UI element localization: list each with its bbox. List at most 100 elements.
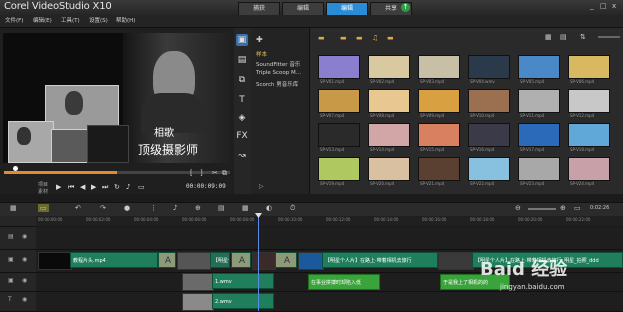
clip-thumb-2[interactable] bbox=[177, 252, 211, 270]
track-header-video[interactable] bbox=[0, 227, 36, 250]
path-icon[interactable]: ↝ bbox=[236, 150, 248, 162]
sort-icon[interactable]: ▤ bbox=[560, 33, 567, 41]
undo-icon[interactable]: ↶ bbox=[75, 204, 81, 212]
library-thumbnail[interactable] bbox=[368, 157, 410, 181]
storyboard-view-icon[interactable]: ▦ bbox=[10, 204, 17, 212]
transition-icon[interactable]: ⧉ bbox=[236, 74, 248, 86]
sort-order-icon[interactable]: ⇅ bbox=[580, 33, 586, 41]
snapshot-icon[interactable]: ⧉ bbox=[222, 169, 227, 178]
mark-out-button[interactable]: ] bbox=[200, 169, 203, 177]
library-thumbnail[interactable] bbox=[318, 89, 360, 113]
track-3-visible-icon[interactable]: ◉ bbox=[22, 296, 27, 303]
library-thumbnail[interactable] bbox=[318, 55, 360, 79]
library-thumbnail[interactable] bbox=[518, 55, 560, 79]
library-thumbnail[interactable] bbox=[568, 123, 610, 147]
overlay-thumb-1[interactable] bbox=[182, 273, 214, 291]
tab-edit[interactable]: 编辑 bbox=[282, 2, 324, 16]
track-video[interactable] bbox=[36, 227, 623, 250]
library-thumbnail[interactable] bbox=[518, 123, 560, 147]
motion-track-icon[interactable]: ⊕ bbox=[195, 204, 201, 212]
nav-item-soundfitter[interactable]: SoundFitter 音乐 bbox=[256, 60, 300, 68]
library-thumbnail[interactable] bbox=[518, 157, 560, 181]
record-icon[interactable]: ● bbox=[124, 204, 130, 212]
library-thumbnail[interactable] bbox=[568, 157, 610, 181]
clip-thumb-4[interactable] bbox=[298, 252, 324, 270]
minimize-button[interactable]: _ bbox=[590, 2, 594, 10]
title-clip-1[interactable]: 在事业拼搏时却陷入低 bbox=[308, 274, 380, 290]
next-frame-icon[interactable]: ▶ bbox=[91, 183, 96, 191]
mode-clip[interactable]: 素材 bbox=[38, 188, 48, 195]
overlay-thumb-2[interactable] bbox=[182, 293, 214, 311]
graphic-icon[interactable]: ◈ bbox=[236, 112, 248, 124]
library-thumbnail[interactable] bbox=[418, 123, 460, 147]
menu-file[interactable]: 文件(F) bbox=[5, 16, 23, 24]
tab-edit-active[interactable]: 编辑 bbox=[326, 2, 368, 16]
play-icon[interactable]: ▶ bbox=[56, 183, 61, 191]
audio-filter-icon[interactable]: ♫ bbox=[372, 34, 378, 42]
go-end-icon[interactable]: ⏭ bbox=[102, 183, 108, 192]
library-thumbnail[interactable] bbox=[418, 89, 460, 113]
track-title[interactable] bbox=[36, 292, 623, 312]
zoom-out-icon[interactable]: ⊖ bbox=[515, 204, 521, 212]
library-thumbnail[interactable] bbox=[468, 89, 510, 113]
transition-clip-3[interactable]: A bbox=[275, 252, 297, 268]
photo-filter-icon[interactable]: ▬ bbox=[387, 34, 394, 42]
browse-icon[interactable]: ▷ bbox=[259, 183, 264, 190]
time-remap-icon[interactable]: ⏱ bbox=[290, 204, 295, 213]
library-thumbnail[interactable] bbox=[568, 89, 610, 113]
thumb-size-slider[interactable] bbox=[598, 36, 620, 38]
library-thumbnail[interactable] bbox=[468, 123, 510, 147]
timeline-view-icon[interactable]: ▭ bbox=[38, 204, 49, 212]
folder-icon[interactable]: ▬ bbox=[318, 34, 325, 42]
clip-thumb-3[interactable] bbox=[252, 252, 276, 270]
menu-edit[interactable]: 编辑(E) bbox=[33, 16, 52, 24]
upload-icon[interactable]: ↑ bbox=[401, 3, 410, 12]
library-thumbnail[interactable] bbox=[368, 89, 410, 113]
library-thumbnail[interactable] bbox=[518, 89, 560, 113]
transition-clip-2[interactable]: A bbox=[231, 252, 251, 268]
track-visible-icon[interactable]: ◉ bbox=[22, 233, 27, 240]
sound-mixer-icon[interactable]: ⋮ bbox=[150, 204, 157, 212]
nav-item-sample[interactable]: 样本 bbox=[256, 50, 267, 58]
fit-project-icon[interactable]: ▭ bbox=[574, 204, 581, 212]
overlay-clip-2[interactable]: 2.wmv bbox=[212, 293, 274, 309]
nav-item-triplescoop[interactable]: Triple Scoop M... bbox=[256, 70, 301, 76]
overlay-clip-1[interactable]: 1.wmv bbox=[212, 273, 274, 289]
auto-music-icon[interactable]: ♪ bbox=[173, 204, 177, 212]
hd-preview-icon[interactable]: ▭ bbox=[138, 183, 145, 191]
library-thumbnail[interactable] bbox=[368, 123, 410, 147]
mode-project[interactable]: 项目 bbox=[38, 181, 48, 188]
clip-thumb-intro[interactable] bbox=[38, 252, 72, 270]
transition-clip-1[interactable]: A bbox=[158, 252, 176, 268]
library-thumbnail[interactable] bbox=[318, 123, 360, 147]
track-header-overlay-2[interactable] bbox=[0, 273, 36, 292]
timeline-playhead[interactable] bbox=[258, 216, 259, 311]
add-folder-icon[interactable]: ✚ bbox=[256, 35, 263, 44]
menu-settings[interactable]: 设置(S) bbox=[89, 16, 108, 24]
prev-frame-icon[interactable]: ◀ bbox=[80, 183, 85, 191]
clip-thumb-5[interactable] bbox=[438, 252, 474, 270]
title-icon[interactable]: T bbox=[236, 94, 248, 106]
menu-help[interactable]: 帮助(H) bbox=[116, 16, 135, 24]
scrub-handle[interactable] bbox=[13, 166, 18, 171]
zoom-slider[interactable] bbox=[528, 208, 556, 210]
split-icon[interactable]: ✂ bbox=[212, 169, 218, 177]
clip-star-travel[interactable]: 【明星个人片】在路上·带着相机去旅行 bbox=[322, 252, 438, 268]
library-thumbnail[interactable] bbox=[368, 55, 410, 79]
track-header-overlay-1[interactable] bbox=[0, 250, 36, 273]
mark-in-button[interactable]: [ bbox=[190, 169, 193, 177]
timecode-display[interactable]: 00:00:09:09 bbox=[186, 183, 226, 190]
library-thumbnail[interactable] bbox=[468, 55, 510, 79]
view-icon[interactable]: ▦ bbox=[545, 33, 552, 41]
clip-intro[interactable]: 教程片头.mp4 bbox=[70, 252, 158, 268]
track-2-visible-icon[interactable]: ◉ bbox=[22, 277, 27, 284]
multicam-icon[interactable]: ▦ bbox=[242, 204, 249, 212]
track-1-visible-icon[interactable]: ◉ bbox=[22, 256, 27, 263]
import-icon[interactable]: ▬ bbox=[340, 34, 347, 42]
zoom-in-icon[interactable]: ⊕ bbox=[560, 204, 566, 212]
library-thumbnail[interactable] bbox=[418, 55, 460, 79]
clip-star-1[interactable]: 【明星个人片】 bbox=[210, 252, 230, 268]
instant-project-icon[interactable]: ▤ bbox=[236, 54, 248, 66]
close-button[interactable]: x bbox=[612, 2, 616, 10]
go-start-icon[interactable]: ⏮ bbox=[68, 183, 74, 192]
